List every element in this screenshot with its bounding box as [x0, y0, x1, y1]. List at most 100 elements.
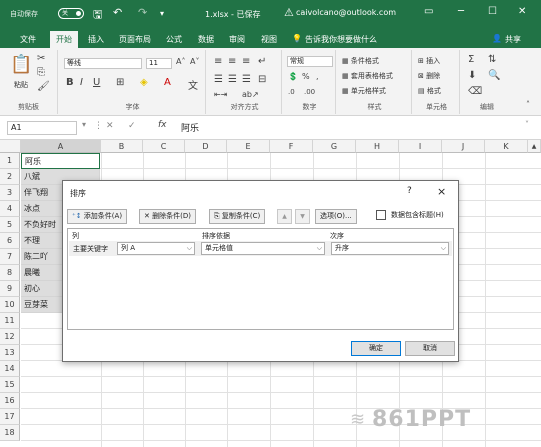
row-header[interactable]: 12: [0, 329, 20, 345]
tab-home[interactable]: 开始: [50, 31, 78, 48]
column-header-h[interactable]: H: [356, 140, 399, 153]
name-box[interactable]: A1: [7, 121, 77, 135]
table-format-button[interactable]: ▦ 套用表格格式: [342, 71, 393, 81]
row-header[interactable]: 9: [0, 281, 20, 297]
row-header[interactable]: 11: [0, 313, 20, 329]
redo-icon[interactable]: ↷: [138, 6, 147, 19]
paste-icon[interactable]: 📋: [10, 54, 32, 75]
row-header[interactable]: 2: [0, 169, 20, 185]
font-color-icon[interactable]: A: [164, 77, 171, 88]
delete-cells-button[interactable]: ⊠ 删除: [418, 71, 440, 81]
sort-column-select[interactable]: 列 A ⌵: [117, 242, 195, 255]
align-center-icon[interactable]: ☰: [228, 74, 237, 85]
underline-icon[interactable]: U: [93, 77, 100, 88]
tab-formulas[interactable]: 公式: [166, 34, 182, 45]
align-left-icon[interactable]: ☰: [214, 74, 223, 85]
cancel-button[interactable]: 取消: [405, 341, 455, 356]
tab-view[interactable]: 视图: [261, 34, 277, 45]
qat-customize-icon[interactable]: ▾: [160, 9, 164, 18]
autosave-toggle[interactable]: 关: [58, 8, 84, 19]
column-header-g[interactable]: G: [313, 140, 356, 153]
cancel-icon[interactable]: ✕: [106, 121, 114, 131]
insert-function-icon[interactable]: fx: [158, 120, 167, 130]
comma-icon[interactable]: ,: [316, 72, 319, 81]
enter-icon[interactable]: ✓: [128, 121, 136, 131]
sort-level-row[interactable]: 主要关键字 列 A ⌵ 单元格值 ⌵ 升序 ⌵: [69, 241, 452, 256]
move-down-icon[interactable]: ▼: [295, 209, 310, 224]
increase-font-icon[interactable]: A˄: [176, 57, 185, 66]
user-account[interactable]: caivolcano@outlook.com: [296, 8, 396, 17]
align-right-icon[interactable]: ☰: [242, 74, 251, 85]
row-header[interactable]: 16: [0, 393, 20, 409]
select-all-corner[interactable]: [0, 140, 21, 153]
row-header[interactable]: 10: [0, 297, 20, 313]
cell-a1[interactable]: 阿乐: [21, 153, 100, 169]
border-icon[interactable]: ⊞: [116, 77, 124, 88]
help-button[interactable]: ?: [407, 186, 412, 196]
column-header-a[interactable]: A: [21, 140, 101, 153]
save-icon[interactable]: 🖫: [93, 6, 102, 25]
decrease-font-icon[interactable]: A˅: [190, 57, 199, 66]
column-header-k[interactable]: K: [485, 140, 528, 153]
tell-me-search[interactable]: 告诉我你想要做什么: [305, 34, 377, 45]
share-button[interactable]: 共享: [505, 34, 521, 45]
currency-icon[interactable]: 💲: [288, 72, 298, 81]
fill-icon[interactable]: ⬇: [468, 70, 476, 81]
tab-data[interactable]: 数据: [198, 34, 214, 45]
find-icon[interactable]: 🔍: [488, 70, 500, 81]
undo-icon[interactable]: ↶: [113, 6, 122, 19]
sort-on-select[interactable]: 单元格值 ⌵: [201, 242, 325, 255]
expand-formula-icon[interactable]: ˅: [525, 120, 529, 129]
percent-icon[interactable]: %: [302, 72, 310, 81]
font-name-select[interactable]: 等线: [64, 58, 142, 69]
align-middle-icon[interactable]: ≡: [228, 56, 236, 67]
column-header-b[interactable]: B: [101, 140, 143, 153]
tab-page-layout[interactable]: 页面布局: [119, 34, 151, 45]
column-header-f[interactable]: F: [270, 140, 313, 153]
tab-file[interactable]: 文件: [20, 34, 36, 45]
formula-input[interactable]: 阿乐: [181, 121, 199, 134]
row-header[interactable]: 18: [0, 425, 20, 441]
row-header[interactable]: 17: [0, 409, 20, 425]
collapse-ribbon-icon[interactable]: ˄: [526, 100, 530, 109]
column-header-c[interactable]: C: [143, 140, 185, 153]
indent-icon[interactable]: ⇤⇥: [214, 90, 227, 99]
row-header[interactable]: 13: [0, 345, 20, 361]
column-header-d[interactable]: D: [185, 140, 227, 153]
italic-icon[interactable]: I: [80, 77, 83, 88]
row-header[interactable]: 7: [0, 249, 20, 265]
bold-icon[interactable]: B: [66, 77, 74, 88]
copy-level-button[interactable]: ⎘ 复制条件(C): [209, 209, 266, 224]
align-top-icon[interactable]: ≡: [214, 56, 222, 67]
orientation-icon[interactable]: ab↗: [242, 90, 259, 99]
tab-review[interactable]: 审阅: [229, 34, 245, 45]
font-size-select[interactable]: 11: [146, 58, 172, 69]
wrap-text-icon[interactable]: ↵: [258, 56, 266, 67]
format-painter-icon[interactable]: 🖌: [37, 81, 50, 92]
close-icon[interactable]: ✕: [518, 6, 526, 17]
delete-level-button[interactable]: ✕ 删除条件(D): [139, 209, 196, 224]
clear-icon[interactable]: ⌫: [468, 86, 482, 97]
row-header[interactable]: 14: [0, 361, 20, 377]
row-header[interactable]: 5: [0, 217, 20, 233]
row-header[interactable]: 6: [0, 233, 20, 249]
dialog-close-button[interactable]: ×: [437, 185, 446, 198]
insert-cells-button[interactable]: ⊞ 插入: [418, 56, 440, 66]
header-checkbox[interactable]: [376, 210, 386, 220]
order-select[interactable]: 升序 ⌵: [331, 242, 449, 255]
row-header[interactable]: 3: [0, 185, 20, 201]
name-box-dropdown-icon[interactable]: ▾: [82, 120, 86, 129]
decrease-decimal-icon[interactable]: .00: [304, 88, 315, 96]
column-header-j[interactable]: J: [442, 140, 485, 153]
move-up-icon[interactable]: ▲: [277, 209, 292, 224]
copy-icon[interactable]: ⎘: [37, 67, 45, 78]
add-level-button[interactable]: ⁺↕ 添加条件(A): [67, 209, 128, 224]
number-format-select[interactable]: 常规: [287, 56, 333, 67]
options-button[interactable]: 选项(O)...: [315, 209, 357, 224]
row-header[interactable]: 1: [0, 153, 20, 169]
ok-button[interactable]: 确定: [351, 341, 401, 356]
sort-filter-icon[interactable]: ⇅: [488, 54, 496, 65]
cut-icon[interactable]: ✂: [37, 53, 45, 64]
paste-label[interactable]: 粘贴: [14, 80, 28, 90]
scroll-up-icon[interactable]: ▲: [528, 140, 541, 153]
